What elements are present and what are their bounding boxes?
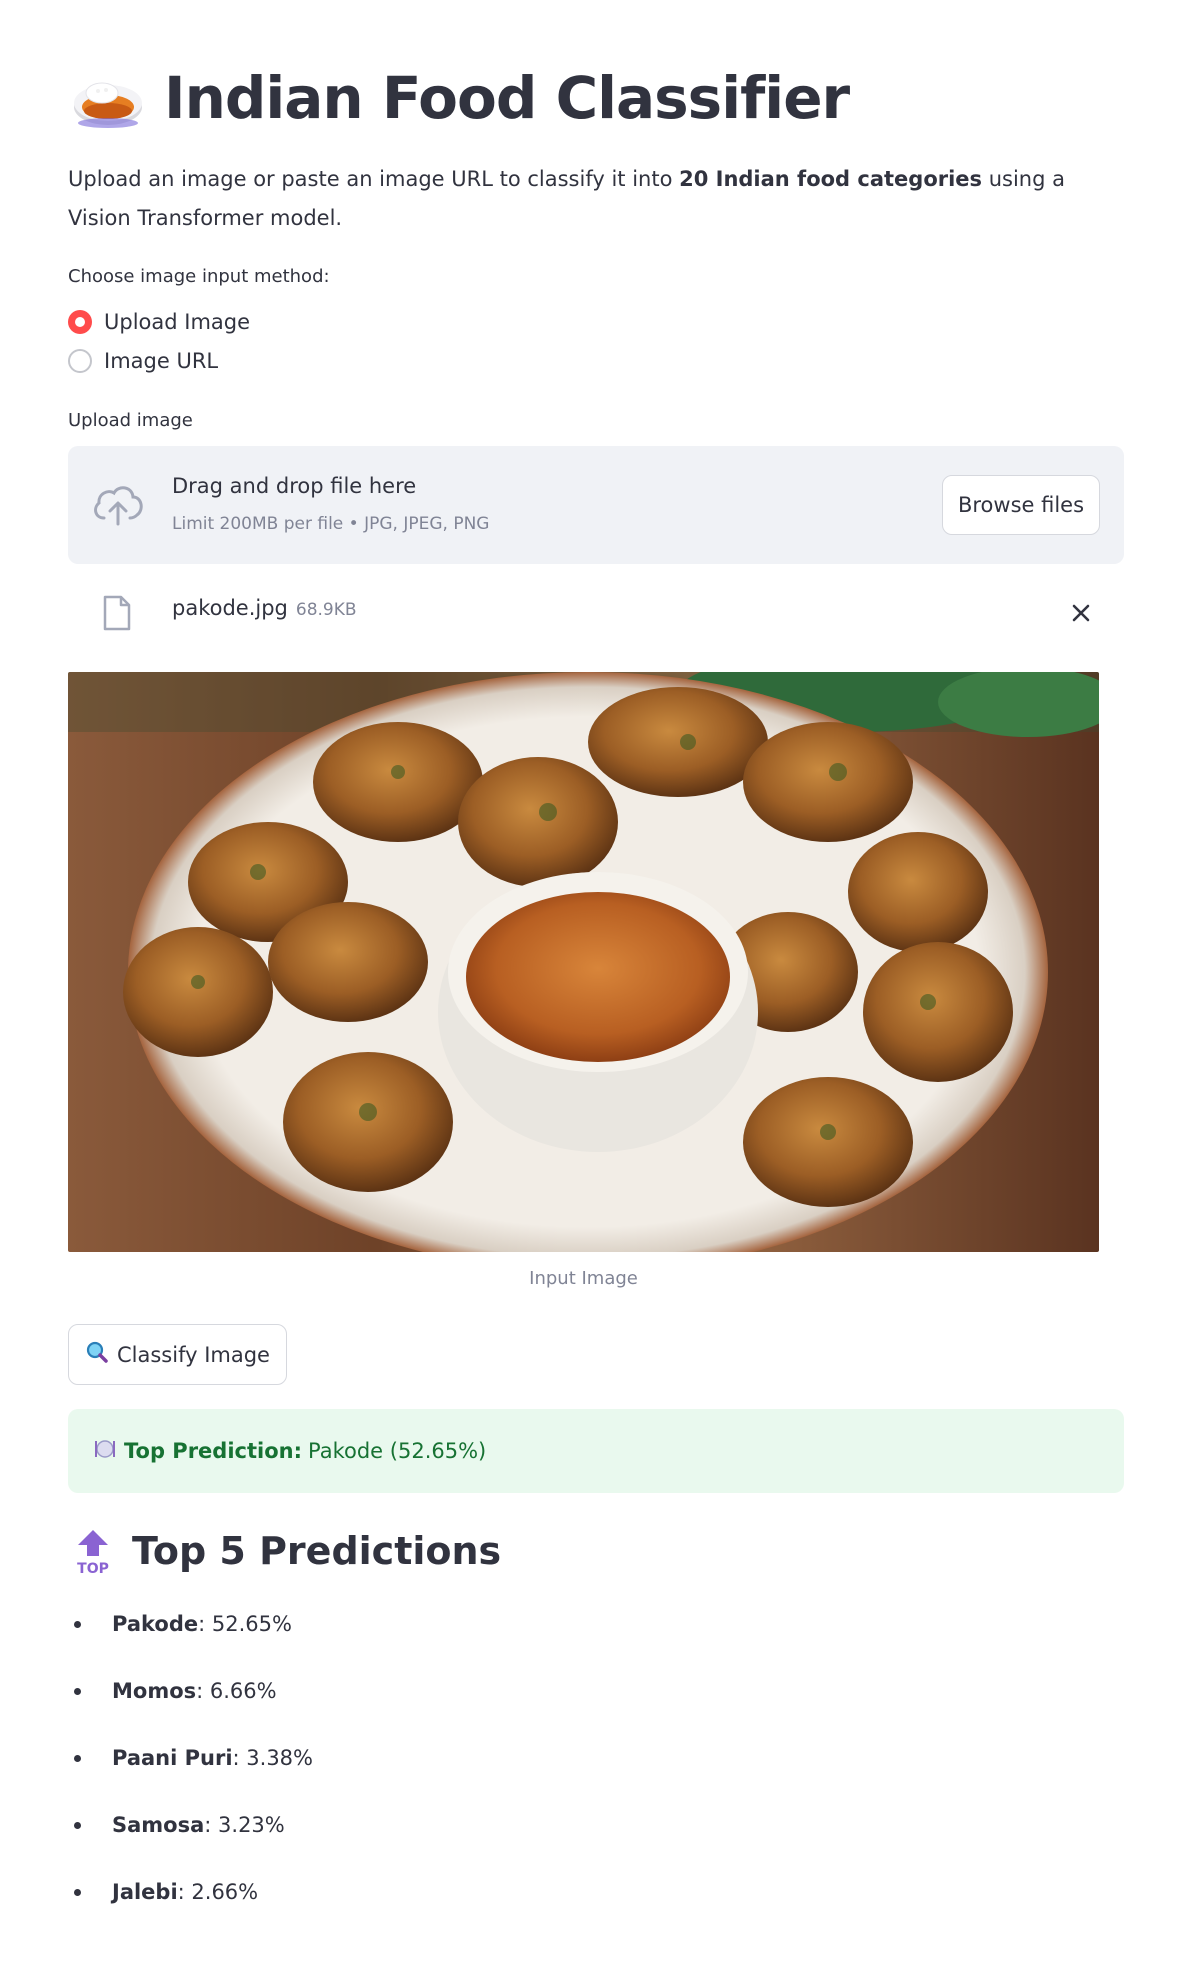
magnifier-icon [85, 1340, 109, 1369]
prediction-value: : 6.66% [196, 1679, 277, 1703]
intro-part1: Upload an image or paste an image URL to… [68, 167, 680, 191]
curry-rice-icon [68, 63, 148, 133]
radio-unselected-icon [68, 348, 92, 373]
cloud-upload-icon [90, 480, 146, 530]
predictions-title: Top 5 Predictions [132, 1529, 502, 1573]
top-arrow-icon: TOP [68, 1526, 118, 1577]
dropzone-limit: Limit 200MB per file • JPG, JPEG, PNG [172, 514, 490, 534]
file-size: 68.9KB [295, 600, 357, 620]
dropzone-title: Drag and drop file here [172, 474, 417, 498]
image-caption: Input Image [529, 1268, 638, 1289]
prediction-name: Momos [112, 1679, 197, 1703]
prediction-value: : 52.65% [198, 1612, 292, 1636]
upload-label: Upload image [68, 410, 193, 431]
radio-selected-icon [68, 309, 92, 334]
classify-button-label: Classify Image [117, 1342, 270, 1367]
top-prediction-alert: Top Prediction: Pakode (52.65%) [68, 1409, 1124, 1493]
plate-cutlery-icon [94, 1438, 116, 1465]
intro-text: Upload an image or paste an image URL to… [68, 160, 1078, 238]
list-item: Samosa: 3.23% [68, 1805, 313, 1872]
top-prediction-label: Top Prediction: [124, 1439, 302, 1463]
file-name: pakode.jpg [172, 596, 288, 620]
prediction-value: : 2.66% [177, 1880, 259, 1904]
list-item: Jalebi: 2.66% [68, 1872, 313, 1939]
remove-file-close-icon[interactable] [1064, 596, 1098, 630]
predictions-list: Pakode: 52.65% Momos: 6.66% Paani Puri: … [68, 1604, 313, 1939]
svg-text:TOP: TOP [77, 1561, 109, 1576]
input-method-label: Choose image input method: [68, 266, 330, 287]
radio-option-label: Upload Image [104, 309, 251, 334]
radio-image-url[interactable]: Image URL [68, 341, 250, 380]
radio-upload-image[interactable]: Upload Image [68, 302, 250, 341]
prediction-name: Jalebi [112, 1880, 178, 1904]
list-item: Paani Puri: 3.38% [68, 1738, 313, 1805]
prediction-value: : 3.23% [204, 1813, 285, 1837]
input-method-radio-group: Upload Image Image URL [68, 302, 250, 380]
file-dropzone[interactable]: Drag and drop file here Limit 200MB per … [68, 446, 1124, 564]
prediction-name: Paani Puri [112, 1746, 233, 1770]
radio-option-label: Image URL [104, 348, 219, 373]
prediction-name: Samosa [112, 1813, 205, 1837]
file-icon [102, 594, 132, 632]
classify-image-button[interactable]: Classify Image [68, 1324, 287, 1385]
uploaded-file-row: pakode.jpg 68.9KB [68, 586, 1124, 640]
input-image [68, 672, 1099, 1252]
prediction-value: : 3.38% [232, 1746, 313, 1770]
browse-files-button[interactable]: Browse files [942, 475, 1100, 535]
predictions-header: TOP Top 5 Predictions [68, 1526, 502, 1577]
page-header: Indian Food Classifier [68, 58, 850, 138]
list-item: Momos: 6.66% [68, 1671, 313, 1738]
prediction-name: Pakode [112, 1612, 199, 1636]
list-item: Pakode: 52.65% [68, 1604, 313, 1671]
file-info: pakode.jpg 68.9KB [172, 596, 357, 620]
page-title: Indian Food Classifier [164, 64, 850, 132]
intro-bold: 20 Indian food categories [679, 167, 983, 191]
top-prediction-value: Pakode (52.65%) [308, 1439, 487, 1463]
